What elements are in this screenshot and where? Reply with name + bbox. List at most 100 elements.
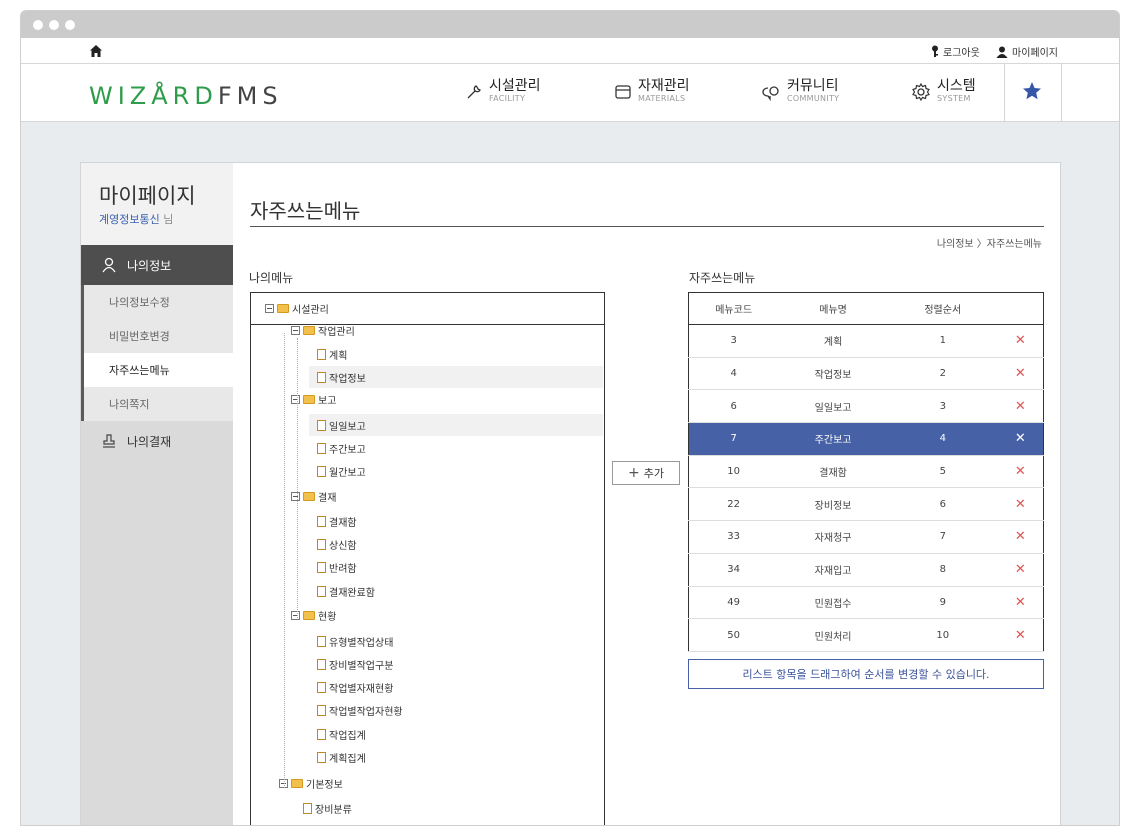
delete-icon[interactable]: ✕ — [1015, 464, 1026, 479]
wizard-fms-logo[interactable]: WIZÅRDFMS — [89, 82, 283, 110]
document-icon — [317, 442, 326, 454]
favorites-label: 자주쓰는메뉴 — [689, 271, 756, 285]
delete-cell: ✕ — [997, 389, 1044, 424]
tree-item[interactable]: 장비분류 — [303, 797, 352, 819]
logout-link[interactable]: 로그아웃 — [931, 44, 980, 59]
collapse-icon[interactable] — [291, 325, 300, 335]
table-cell: 자재입고 — [778, 553, 888, 587]
tree-connector — [284, 333, 285, 788]
mypage-link[interactable]: 마이페이지 — [996, 44, 1058, 59]
document-icon — [317, 465, 326, 477]
nav-materials[interactable]: 자재관리 MATERIALS — [614, 79, 690, 104]
tree-item-label: 장비분류 — [315, 804, 352, 816]
sidebar-subitem-messages[interactable]: 나의쪽지 — [81, 387, 233, 421]
window-dot-icon[interactable] — [65, 20, 75, 30]
sidebar-item-my-approval[interactable]: 나의결재 — [81, 421, 233, 461]
table-row[interactable]: 34 자재입고 8 ✕ — [688, 553, 1044, 587]
tree-folder[interactable]: 기본정보 — [279, 772, 343, 794]
document-icon — [317, 751, 326, 763]
tree-item-label: 계획 — [329, 350, 348, 362]
tree-item[interactable]: 장비별작업구분 — [317, 653, 393, 675]
drag-hint: 리스트 항목을 드래그하여 순서를 변경할 수 있습니다. — [688, 659, 1044, 689]
table-row[interactable]: 10 결재함 5 ✕ — [688, 455, 1044, 489]
table-row[interactable]: 50 민원처리 10 ✕ — [688, 618, 1044, 652]
window-dot-icon[interactable] — [49, 20, 59, 30]
table-row[interactable]: 3 계획 1 ✕ — [688, 324, 1044, 358]
table-row[interactable]: 4 작업정보 2 ✕ — [688, 357, 1044, 391]
collapse-icon[interactable] — [291, 491, 300, 501]
delete-cell: ✕ — [997, 618, 1044, 652]
delete-icon[interactable]: ✕ — [1015, 628, 1026, 643]
nav-facility-sub: FACILITY — [489, 94, 526, 103]
sidebar-subitem-favorites[interactable]: 자주쓰는메뉴 — [81, 353, 233, 387]
tree-item[interactable]: 유형별작업상태 — [317, 630, 393, 652]
tree-item-label: 유형별작업상태 — [329, 637, 394, 649]
favorite-star-icon[interactable] — [1021, 80, 1043, 102]
nav-system[interactable]: 시스템 SYSTEM — [911, 79, 976, 104]
collapse-icon[interactable] — [265, 304, 274, 313]
tree-item-label: 장비별작업구분 — [329, 660, 394, 672]
collapse-icon[interactable] — [291, 394, 300, 404]
table-row[interactable]: 22 장비정보 6 ✕ — [688, 487, 1044, 522]
table-row[interactable]: 33 자재청구 7 ✕ — [688, 520, 1044, 554]
sidebar-item-my-info[interactable]: 나의정보 — [81, 245, 233, 285]
table-row[interactable]: 49 민원접수 9 ✕ — [688, 586, 1044, 620]
nav-facility[interactable]: 시설관리 FACILITY — [465, 79, 541, 104]
table-row[interactable]: 6 일일보고 3 ✕ — [688, 389, 1044, 424]
sidebar-header: 마이페이지 계영정보통신 님 — [81, 163, 233, 245]
folder-open-icon — [277, 304, 289, 313]
delete-icon[interactable]: ✕ — [1015, 333, 1026, 348]
sidebar-title: 마이페이지 — [99, 184, 196, 208]
tree-item-label: 결재 — [318, 492, 337, 504]
table-cell: 34 — [688, 553, 779, 587]
tree-item-label: 기본정보 — [306, 779, 343, 791]
home-icon[interactable] — [89, 44, 103, 58]
table-cell: 주간보고 — [778, 422, 888, 456]
utility-bar: 로그아웃 마이페이지 — [21, 38, 1119, 64]
tree-item[interactable]: 작업정보 — [309, 366, 603, 388]
table-row[interactable]: 7 주간보고 4 ✕ — [688, 422, 1044, 456]
delete-icon[interactable]: ✕ — [1015, 595, 1026, 610]
delete-icon[interactable]: ✕ — [1015, 431, 1026, 446]
delete-icon[interactable]: ✕ — [1015, 529, 1026, 544]
delete-icon[interactable]: ✕ — [1015, 497, 1026, 512]
add-button[interactable]: + 추가 — [612, 461, 680, 485]
wrench-icon — [467, 84, 481, 98]
tree-item-label: 주간보고 — [329, 444, 366, 456]
tree-item[interactable]: 작업별작업자현황 — [317, 699, 403, 721]
tree-item[interactable]: 일일보고 — [309, 414, 603, 436]
delete-cell: ✕ — [997, 553, 1044, 587]
table-cell: 10 — [688, 455, 779, 489]
tree-item[interactable]: 계획집계 — [317, 746, 366, 768]
table-cell: 50 — [688, 618, 779, 652]
nav-system-sub: SYSTEM — [937, 94, 971, 103]
table-cell: 4 — [887, 422, 998, 456]
tree-item[interactable]: 계획 — [317, 343, 347, 365]
collapse-icon[interactable] — [291, 610, 300, 620]
tree-item[interactable]: 상신함 — [317, 533, 357, 555]
delete-icon[interactable]: ✕ — [1015, 366, 1026, 381]
document-icon — [317, 419, 326, 431]
tree-item[interactable]: 주간보고 — [317, 437, 366, 459]
tree-item[interactable]: 결재완료함 — [317, 580, 375, 602]
column-header: 메뉴명 — [778, 292, 888, 325]
tree-item[interactable]: 작업집계 — [317, 723, 366, 745]
table-cell: 10 — [887, 618, 998, 652]
table-cell: 7 — [688, 422, 779, 456]
user-name: 계영정보통신 — [99, 213, 160, 226]
table-cell: 49 — [688, 586, 779, 620]
tree-item[interactable]: 작업별자재현황 — [317, 676, 393, 698]
tree-item[interactable]: 월간보고 — [317, 460, 366, 482]
delete-icon[interactable]: ✕ — [1015, 399, 1026, 414]
tree-item[interactable]: 결재함 — [317, 510, 357, 532]
tree-item-label: 작업집계 — [329, 730, 366, 742]
delete-icon[interactable]: ✕ — [1015, 562, 1026, 577]
tree-item-label: 결재완료함 — [329, 587, 375, 599]
tree-item[interactable]: 반려함 — [317, 556, 357, 578]
sidebar-subitem-edit-info[interactable]: 나의정보수정 — [81, 285, 233, 319]
tree-item-label: 작업별작업자현황 — [329, 706, 403, 718]
nav-community[interactable]: 커뮤니티 COMMUNITY — [759, 79, 839, 104]
sidebar-subitem-change-password[interactable]: 비밀번호변경 — [81, 319, 233, 353]
tree-folder[interactable]: 작업관리 — [291, 319, 355, 341]
window-dot-icon[interactable] — [33, 20, 43, 30]
